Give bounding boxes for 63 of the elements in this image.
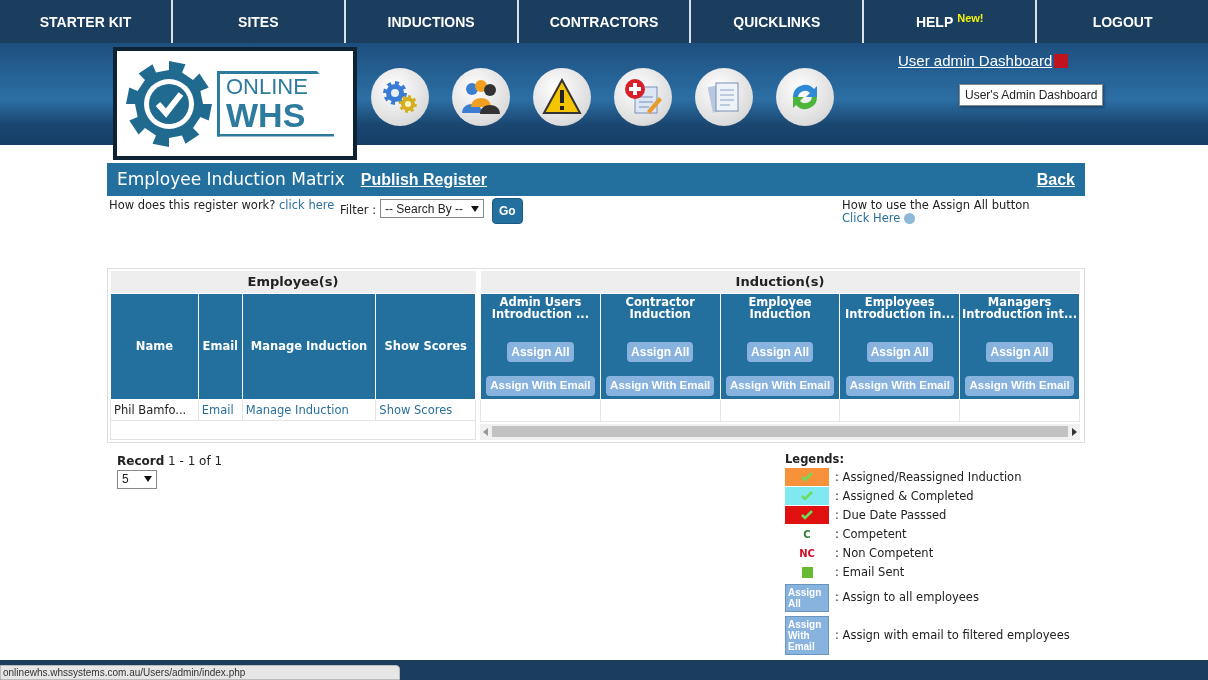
legend-text: : Competent	[835, 525, 907, 543]
column-header: Managers Introduction int...	[961, 293, 1078, 321]
record-count: Record 1 - 1 of 1	[117, 452, 223, 470]
help-link[interactable]: Click Here	[842, 211, 901, 225]
tooltip: User's Admin Dashboard	[959, 84, 1104, 106]
logo-text: ONLINE	[226, 75, 308, 98]
help-link[interactable]: click here	[279, 199, 335, 212]
medical-note-icon	[623, 77, 663, 117]
column-header: Manage Induction	[242, 293, 376, 400]
status-url: onlinewhs.whssystems.com.au/Users/admin/index.php	[0, 665, 400, 680]
column-header: Email	[198, 293, 243, 400]
dashboard-link[interactable]: User admin Dashboard	[898, 50, 1069, 73]
back-link[interactable]: Back	[1036, 167, 1075, 192]
new-label: New!	[957, 12, 984, 24]
column-header: Employees Introduction in...	[844, 293, 956, 321]
dropdown-arrow-icon	[144, 476, 152, 482]
warning-icon	[542, 78, 582, 116]
gear-check-icon	[125, 59, 213, 148]
column-header: Contractor Induction	[624, 293, 696, 321]
check-icon	[801, 510, 813, 521]
column-header: Employee Induction	[747, 293, 813, 321]
legend-code: NC	[799, 546, 815, 561]
icon-button[interactable]	[614, 68, 672, 126]
legend-text: : Due Date Passsed	[835, 506, 947, 524]
icon-button[interactable]	[533, 68, 591, 126]
people-icon	[460, 77, 502, 117]
legend-title: Legends:	[785, 450, 846, 468]
icon-button[interactable]	[452, 68, 510, 126]
legend-text: : Non Competent	[835, 544, 934, 562]
icon-button[interactable]	[776, 68, 834, 126]
icon-button[interactable]	[695, 68, 753, 126]
legend-text: : Assigned & Completed	[835, 487, 974, 505]
help-text: How does this register work?	[109, 198, 277, 212]
page-title: Employee Induction Matrix	[117, 167, 345, 191]
go-button[interactable]: Go	[492, 198, 523, 224]
dashboard-icon	[1054, 54, 1069, 69]
filter-label: Filter :	[340, 202, 376, 219]
legend-code: C	[803, 527, 811, 542]
horizontal-scrollbar[interactable]	[480, 423, 1080, 440]
help-text: How to use the Assign All button	[842, 198, 1030, 212]
legend-text: : Email Sent	[835, 563, 905, 581]
table-heading: Induction(s)	[480, 271, 1080, 293]
table-heading: Employee(s)	[110, 271, 476, 294]
table-cell: Phil Bamfo...	[110, 399, 199, 421]
check-icon	[801, 472, 813, 483]
publish-register-link[interactable]: Publish Register	[360, 167, 488, 192]
legend-text: : Assign to all employees	[835, 589, 979, 607]
help-icon	[904, 212, 916, 224]
page-size-dropdown[interactable]: 5	[117, 469, 157, 489]
search-by-dropdown[interactable]: -- Search By --	[380, 199, 485, 218]
column-header: Admin Users Introduction ...	[490, 293, 591, 321]
icon-button[interactable]	[371, 68, 429, 126]
scroll-right-icon[interactable]	[1072, 427, 1077, 436]
check-icon	[801, 491, 813, 502]
logo-text: WHS	[226, 97, 307, 132]
legend-text: : Assigned/Reassigned Induction	[835, 468, 1022, 486]
legend-text: : Assign with email to filtered employees	[835, 626, 1070, 644]
legend-button-sample: Assign With Email	[785, 615, 829, 655]
nav-link[interactable]: LOGOUT	[1037, 0, 1208, 43]
dropdown-arrow-icon	[471, 205, 480, 212]
legend-button-sample: Assign All	[785, 583, 829, 612]
column-header: Name	[110, 293, 199, 400]
column-header: Show Scores	[375, 293, 476, 400]
